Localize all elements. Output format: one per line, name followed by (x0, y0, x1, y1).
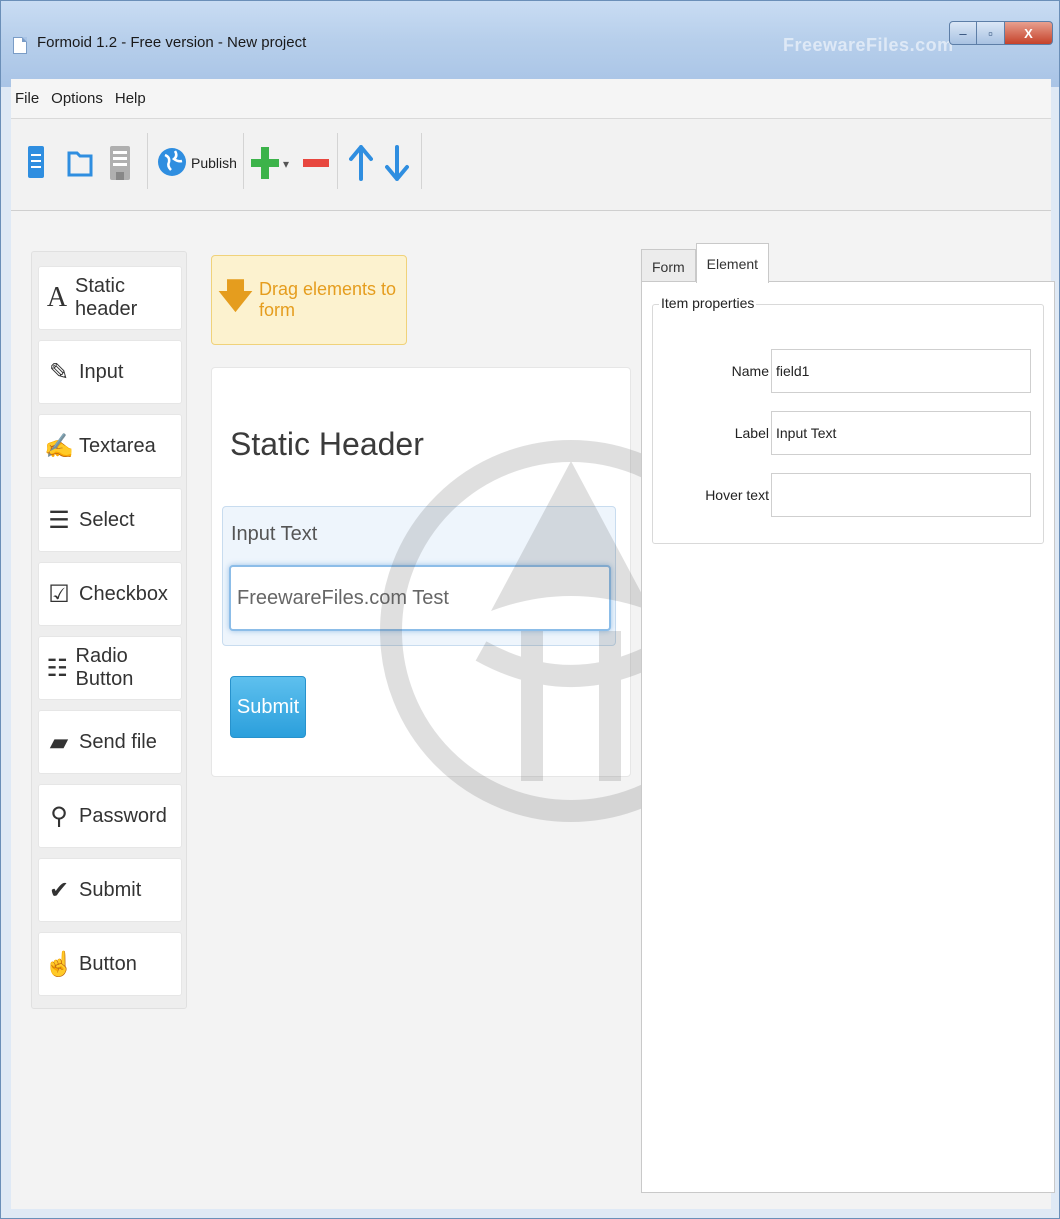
menu-options[interactable]: Options (51, 90, 103, 107)
prop-row-name: Name field1 (653, 349, 1045, 395)
add-dropdown-arrow[interactable]: ▾ (283, 157, 289, 171)
palette-item-label: Input (79, 360, 124, 383)
prop-row-label: Label Input Text (653, 411, 1045, 457)
name-field[interactable]: field1 (771, 349, 1031, 393)
save-icon[interactable] (109, 145, 131, 181)
remove-element-icon[interactable] (303, 159, 329, 167)
toolbar-separator (421, 133, 422, 189)
open-folder-icon[interactable] (67, 149, 93, 177)
window-title: Formoid 1.2 - Free version - New project (37, 34, 307, 51)
list-lines-icon: ☰ (48, 506, 70, 534)
minimize-button[interactable]: – (949, 21, 977, 45)
prop-row-hover-text: Hover text (653, 473, 1045, 519)
selected-input-element[interactable]: Input Text FreewareFiles.com Test (222, 506, 616, 646)
toolbar-separator (243, 133, 244, 189)
folder-open-icon: ▰ (49, 728, 69, 756)
drag-hint-text: Drag elements to form (258, 279, 397, 320)
palette-item-submit[interactable]: ✔ Submit (38, 858, 182, 922)
palette-item-static-header[interactable]: A Static header (38, 266, 182, 330)
submit-button[interactable]: Submit (230, 676, 306, 738)
hover-text-field[interactable] (771, 473, 1031, 517)
checkmark-icon: ✔ (48, 876, 70, 904)
prop-label-name: Name (731, 363, 769, 379)
palette-item-select[interactable]: ☰ Select (38, 488, 182, 552)
properties-tabs: Form Element (641, 243, 770, 283)
prop-label-hover-text: Hover text (705, 487, 769, 503)
add-element-icon[interactable] (251, 147, 279, 179)
letter-a-icon: A (46, 282, 68, 313)
document-icon (13, 37, 27, 54)
palette-item-input[interactable]: ✎ Input (38, 340, 182, 404)
form-preview: Static Header Input Text FreewareFiles.c… (211, 367, 631, 777)
key-icon: ⚲ (50, 802, 68, 830)
menu-help[interactable]: Help (115, 90, 146, 107)
arrow-down-icon: 🡇 (218, 276, 253, 315)
input-label: Input Text (231, 523, 318, 545)
palette-item-radio-button[interactable]: ☷ Radio Button (38, 636, 182, 700)
form-static-header[interactable]: Static Header (230, 426, 424, 463)
toolbar-separator (147, 133, 148, 189)
tab-element[interactable]: Element (695, 243, 770, 283)
title-bar[interactable]: Formoid 1.2 - Free version - New project… (1, 1, 1059, 87)
close-button[interactable]: X (1005, 21, 1053, 45)
palette-item-textarea[interactable]: ✍ Textarea (38, 414, 182, 478)
palette-item-label: Send file (79, 730, 157, 753)
palette-item-label: Password (79, 804, 167, 827)
palette-item-label: Checkbox (79, 582, 168, 605)
publish-button[interactable]: Publish (191, 155, 237, 171)
label-field[interactable]: Input Text (771, 411, 1031, 455)
palette-item-label: Textarea (79, 434, 156, 457)
move-up-icon[interactable] (349, 145, 373, 181)
element-palette: A Static header ✎ Input ✍ Textarea ☰ Sel… (31, 251, 187, 1009)
tab-form[interactable]: Form (641, 249, 696, 283)
palette-item-label: Radio Button (75, 645, 134, 690)
palette-item-label: Select (79, 508, 135, 531)
menu-bar: File Options Help (11, 79, 1051, 119)
palette-item-label: Submit (79, 878, 142, 901)
palette-item-checkbox[interactable]: ☑ Checkbox (38, 562, 182, 626)
palette-item-label: Button (79, 952, 137, 975)
palette-item-send-file[interactable]: ▰ Send file (38, 710, 182, 774)
toolbar-separator (337, 133, 338, 189)
element-tab-body: Item properties Name field1 Label Input … (641, 281, 1055, 1193)
properties-panel: Form Element Item properties Name field1… (641, 243, 1055, 1193)
group-title: Item properties (659, 295, 757, 311)
new-document-icon[interactable] (27, 145, 45, 179)
pencil-icon: ✎ (48, 358, 70, 386)
drag-hint-banner: 🡇 Drag elements to form (211, 255, 407, 345)
globe-icon[interactable] (157, 147, 187, 177)
item-properties-group: Item properties Name field1 Label Input … (652, 295, 1045, 544)
checkbox-icon: ☑ (48, 580, 70, 608)
menu-file[interactable]: File (15, 90, 39, 107)
text-input-field[interactable]: FreewareFiles.com Test (229, 565, 611, 631)
palette-item-button[interactable]: ☝ Button (38, 932, 182, 996)
workspace: A Static header ✎ Input ✍ Textarea ☰ Sel… (11, 211, 1055, 1209)
window-controls: – ▫ X (949, 21, 1053, 45)
app-window: Formoid 1.2 - Free version - New project… (0, 0, 1060, 1219)
move-down-icon[interactable] (385, 145, 409, 181)
palette-item-password[interactable]: ⚲ Password (38, 784, 182, 848)
hand-pointer-icon: ☝ (44, 950, 74, 978)
maximize-button[interactable]: ▫ (977, 21, 1005, 45)
palette-item-label: Static header (74, 275, 138, 320)
brand-watermark: FreewareFiles.com (783, 35, 954, 55)
radio-list-icon: ☷ (46, 654, 68, 682)
edit-box-icon: ✍ (44, 432, 74, 460)
prop-label-label: Label (734, 425, 769, 441)
toolbar: Publish ▾ (11, 119, 1051, 211)
